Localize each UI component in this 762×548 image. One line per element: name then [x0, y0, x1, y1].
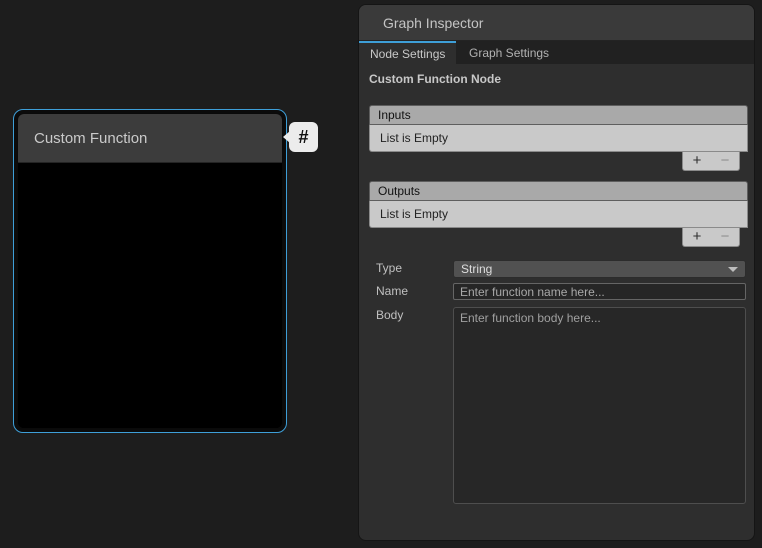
panel-content: Custom Function Node Inputs List is Empt…	[359, 64, 754, 540]
outputs-list-footer: + −	[682, 228, 740, 247]
inputs-list-header-label: Inputs	[378, 108, 411, 122]
type-label: Type	[376, 261, 402, 275]
hash-icon: #	[298, 127, 308, 148]
node-title: Custom Function	[34, 130, 147, 147]
chevron-down-icon	[728, 267, 738, 272]
name-label: Name	[376, 284, 408, 298]
inputs-list-header: Inputs	[369, 105, 748, 125]
outputs-list-header: Outputs	[369, 181, 748, 201]
inputs-empty-label: List is Empty	[380, 131, 448, 145]
outputs-list-empty-row: List is Empty	[369, 201, 748, 228]
panel-title: Graph Inspector	[383, 15, 483, 31]
type-dropdown-value: String	[461, 262, 492, 276]
panel-title-bar: Graph Inspector	[359, 5, 754, 41]
type-dropdown[interactable]: String	[453, 260, 746, 278]
node-frame: Custom Function	[17, 113, 283, 429]
section-title: Custom Function Node	[369, 72, 501, 86]
hash-badge[interactable]: #	[289, 122, 318, 152]
outputs-list: Outputs List is Empty + −	[369, 181, 748, 247]
outputs-remove-button[interactable]: −	[719, 229, 732, 245]
custom-function-node[interactable]: Custom Function	[13, 109, 287, 433]
inputs-remove-button[interactable]: −	[719, 153, 732, 169]
tab-graph-settings[interactable]: Graph Settings	[456, 41, 562, 64]
body-label: Body	[376, 308, 403, 322]
badge-tail-icon	[283, 131, 290, 143]
tab-bar: Node Settings Graph Settings	[359, 41, 754, 64]
tab-graph-settings-label: Graph Settings	[469, 46, 549, 60]
tab-node-settings-label: Node Settings	[370, 47, 445, 61]
inputs-list-footer: + −	[682, 152, 740, 171]
tab-node-settings[interactable]: Node Settings	[359, 41, 456, 64]
graph-inspector-panel: Graph Inspector Node Settings Graph Sett…	[358, 4, 755, 541]
outputs-empty-label: List is Empty	[380, 207, 448, 221]
name-input[interactable]	[453, 283, 746, 300]
inputs-list-empty-row: List is Empty	[369, 125, 748, 152]
outputs-add-button[interactable]: +	[691, 229, 704, 245]
node-preview-area	[18, 163, 282, 428]
body-textarea[interactable]	[453, 307, 746, 504]
inputs-add-button[interactable]: +	[691, 153, 704, 169]
outputs-list-header-label: Outputs	[378, 184, 420, 198]
inputs-list: Inputs List is Empty + −	[369, 105, 748, 171]
node-title-bar[interactable]: Custom Function	[18, 114, 282, 163]
